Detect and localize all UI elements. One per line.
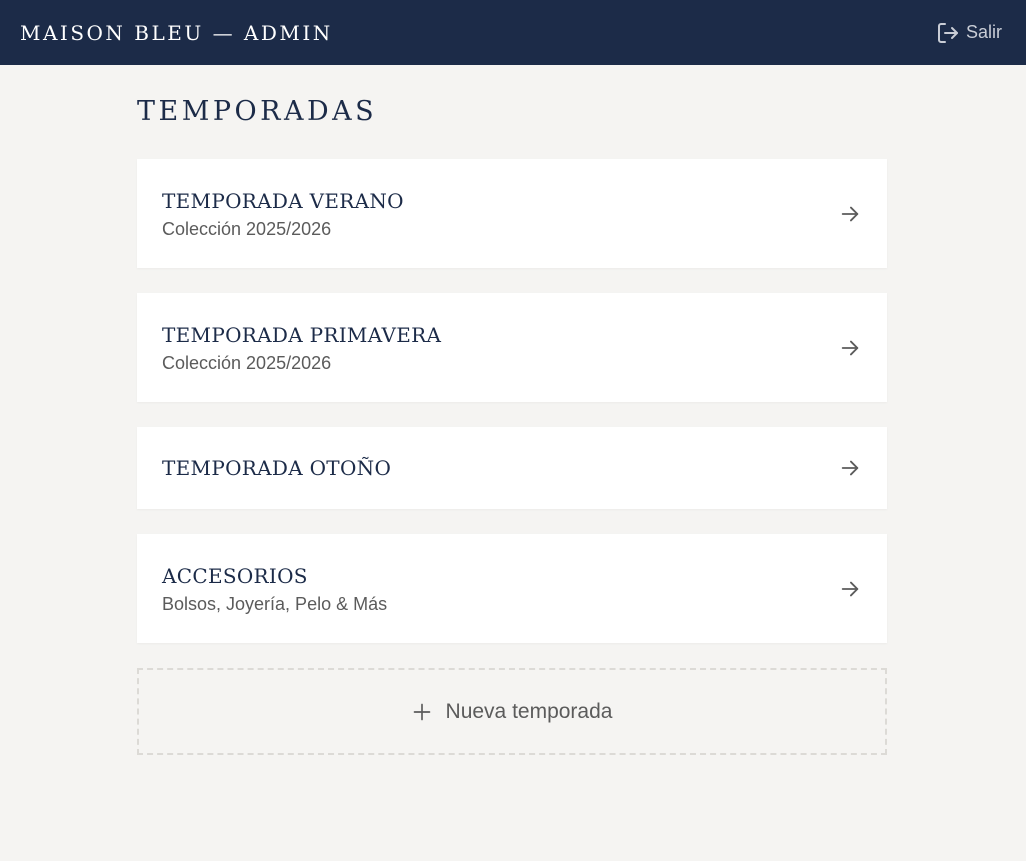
season-card-otono[interactable]: TEMPORADA OTOÑO: [137, 427, 887, 509]
arrow-right-icon: [839, 578, 861, 600]
new-season-label: Nueva temporada: [445, 699, 613, 723]
season-card-verano[interactable]: TEMPORADA VERANO Colección 2025/2026: [137, 159, 887, 268]
season-title: TEMPORADA PRIMAVERA: [162, 322, 442, 347]
season-card-text: TEMPORADA OTOÑO: [162, 455, 391, 481]
arrow-right-icon: [839, 203, 861, 225]
logout-button[interactable]: Salir: [936, 21, 1002, 45]
season-subtitle: Bolsos, Joyería, Pelo & Más: [162, 593, 388, 614]
plus-icon: [412, 702, 432, 722]
top-bar: MAISON BLEU — ADMIN Salir: [0, 0, 1026, 65]
logout-icon: [936, 21, 960, 45]
main-content: TEMPORADAS TEMPORADA VERANO Colección 20…: [137, 65, 887, 755]
logout-label: Salir: [965, 22, 1002, 42]
season-title: TEMPORADA VERANO: [162, 188, 404, 213]
season-card-text: TEMPORADA VERANO Colección 2025/2026: [162, 188, 404, 240]
season-subtitle: Colección 2025/2026: [162, 352, 332, 373]
season-card-text: TEMPORADA PRIMAVERA Colección 2025/2026: [162, 322, 441, 374]
season-title: TEMPORADA OTOÑO: [162, 456, 392, 480]
arrow-right-icon: [839, 337, 861, 359]
page-title: TEMPORADAS: [137, 96, 378, 127]
arrow-right-icon: [839, 457, 861, 479]
brand-title: MAISON BLEU — ADMIN: [20, 20, 333, 45]
season-card-accesorios[interactable]: ACCESORIOS Bolsos, Joyería, Pelo & Más: [137, 534, 887, 643]
season-subtitle: Colección 2025/2026: [162, 218, 332, 239]
season-card-primavera[interactable]: TEMPORADA PRIMAVERA Colección 2025/2026: [137, 293, 887, 402]
season-title: ACCESORIOS: [162, 563, 308, 588]
season-list: TEMPORADA VERANO Colección 2025/2026 TEM…: [137, 159, 887, 755]
season-card-text: ACCESORIOS Bolsos, Joyería, Pelo & Más: [162, 563, 387, 615]
new-season-button[interactable]: Nueva temporada: [137, 668, 887, 755]
